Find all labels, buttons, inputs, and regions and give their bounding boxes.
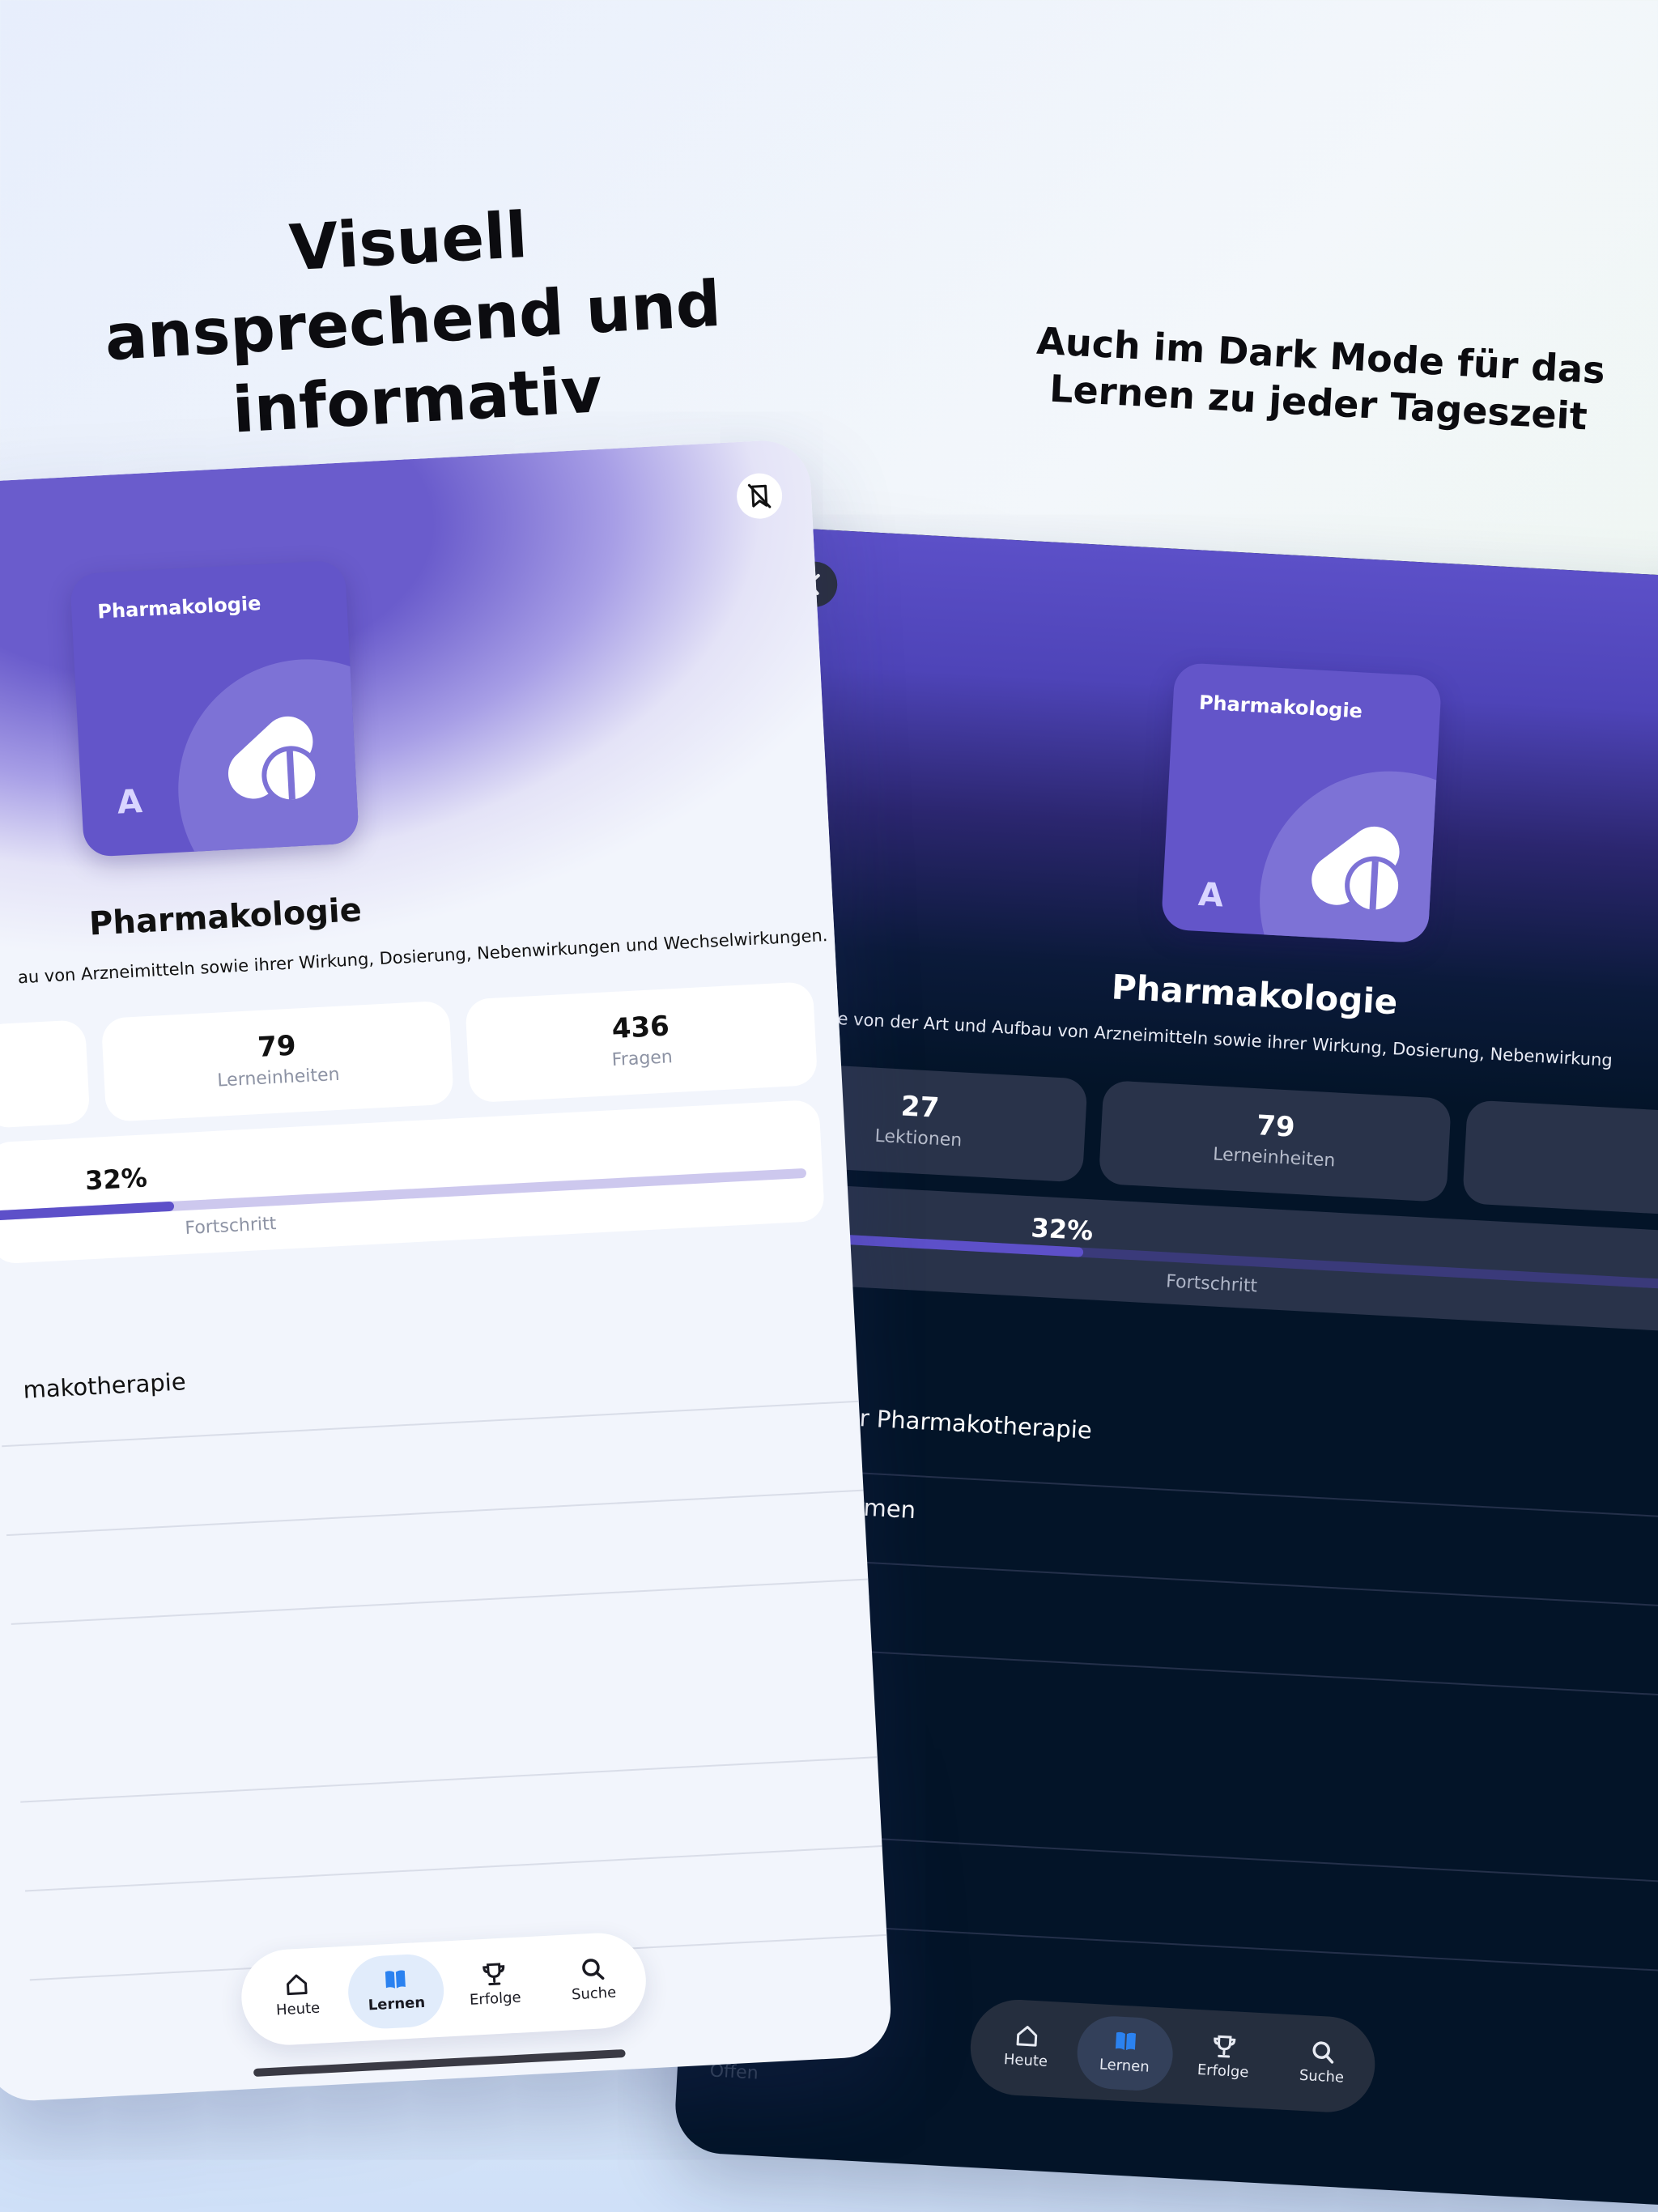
tab-heute[interactable]: Heute xyxy=(248,1958,347,2035)
headline-left: Visuell ansprechend und informativ xyxy=(103,199,723,448)
book-icon xyxy=(385,1970,406,1989)
progress-percent: 32% xyxy=(84,1162,148,1197)
trophy-icon xyxy=(1214,2035,1236,2058)
subject-card: Pharmakologie A xyxy=(1160,661,1443,944)
book-icon xyxy=(1115,2031,1136,2051)
lesson-title: makotherapie xyxy=(22,1368,187,1404)
stat-lektionen xyxy=(0,1019,91,1129)
home-icon xyxy=(1016,2026,1038,2047)
headline-right: Auch im Dark Mode für das Lernen zu jede… xyxy=(1035,318,1606,439)
stat-fragen xyxy=(1462,1100,1658,1223)
progress-card: 32% Fortschritt xyxy=(0,1099,826,1265)
tab-erfolge[interactable]: Erfolge xyxy=(445,1947,545,2025)
app-logo: A xyxy=(116,783,143,822)
tab-bar: Heute Lernen Erfolge Suche xyxy=(239,1930,648,2048)
progress-fill xyxy=(0,1201,175,1227)
progress-label: Fortschritt xyxy=(184,1214,277,1240)
bookmark-button[interactable] xyxy=(735,472,784,521)
search-icon xyxy=(1312,2041,1334,2064)
tab-label: Suche xyxy=(571,1984,617,2004)
tab-heute[interactable]: Heute xyxy=(976,2009,1076,2087)
trophy-icon xyxy=(483,1963,505,1986)
subject-card: Pharmakologie A xyxy=(70,559,359,857)
light-mode-tablet: Pharmakologie A Pharmakologie au von Arz… xyxy=(0,438,894,2104)
app-logo: A xyxy=(1197,875,1225,915)
card-title: Pharmakologie xyxy=(96,592,262,623)
progress-percent: 32% xyxy=(1030,1212,1095,1247)
tab-lernen[interactable]: Lernen xyxy=(1075,2014,1175,2093)
pill-icon xyxy=(1312,826,1404,915)
tab-label: Suche xyxy=(1299,2066,1345,2087)
lesson-row[interactable]: makotherapie xyxy=(0,1328,855,1403)
search-icon xyxy=(582,1959,605,1980)
stat-lerneinheiten: 79 Lerneinheiten xyxy=(1098,1079,1452,1202)
stat-lerneinheiten: 79 Lerneinheiten xyxy=(100,1000,454,1122)
tab-suche[interactable]: Suche xyxy=(544,1942,644,2020)
tab-lernen[interactable]: Lernen xyxy=(346,1952,446,2031)
tab-bar: Heute Lernen Erfolge Suche xyxy=(967,1997,1378,2115)
pill-icon xyxy=(227,716,321,805)
progress-label: Fortschritt xyxy=(1165,1271,1258,1297)
bookmark-off-icon xyxy=(747,483,772,508)
tab-label: Heute xyxy=(1003,2051,1048,2070)
tab-label: Heute xyxy=(275,1999,321,2019)
tab-label: Lernen xyxy=(1099,2056,1150,2076)
tab-erfolge[interactable]: Erfolge xyxy=(1174,2020,1273,2098)
card-title: Pharmakologie xyxy=(1198,691,1363,723)
home-icon xyxy=(287,1974,308,1996)
tab-label: Erfolge xyxy=(1197,2061,1249,2082)
tab-suche[interactable]: Suche xyxy=(1273,2025,1372,2103)
tab-label: Lernen xyxy=(368,1993,426,2014)
tab-label: Erfolge xyxy=(469,1989,522,2009)
stat-fragen: 436 Fragen xyxy=(465,981,818,1104)
